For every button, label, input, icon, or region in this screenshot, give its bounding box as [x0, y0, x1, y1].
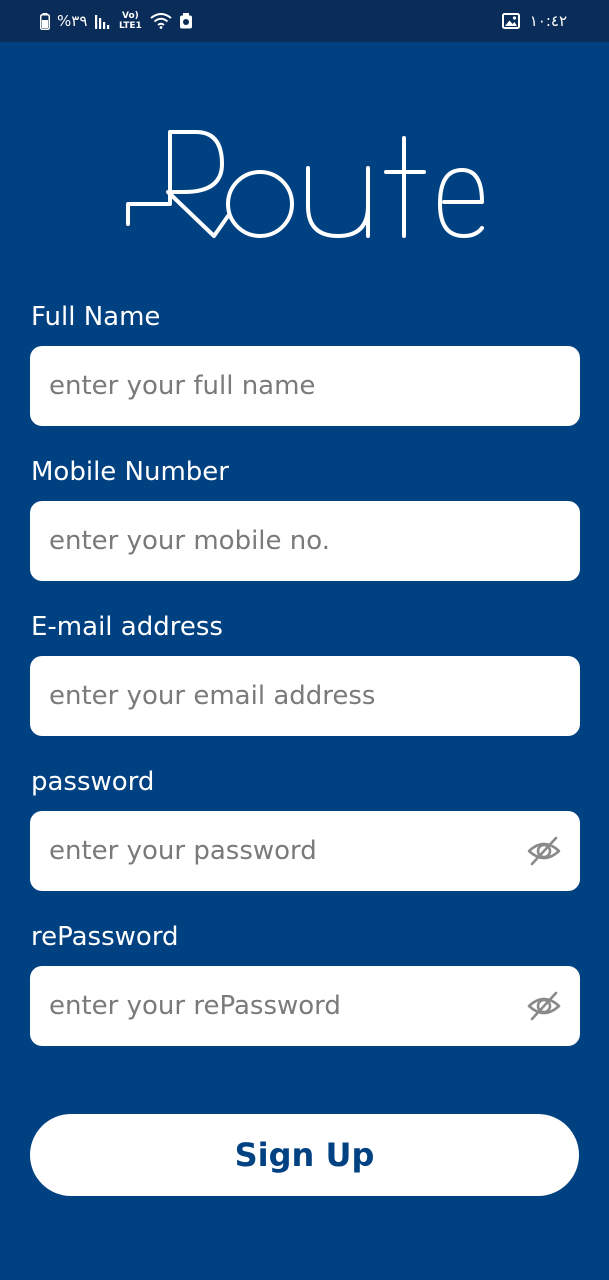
clock-time: ١٠:٤٢ [529, 12, 567, 30]
battery-icon [40, 12, 50, 30]
status-bar: %٣٩ Vo) LTE1 ١٠:٤٢ [0, 0, 609, 42]
password-input[interactable] [30, 811, 580, 891]
status-bar-right: ١٠:٤٢ [501, 9, 567, 33]
full-name-label: Full Name [31, 302, 161, 332]
full-name-input[interactable] [30, 346, 580, 426]
notification-icon [179, 13, 193, 29]
email-field [30, 656, 580, 736]
password-field [30, 811, 580, 891]
route-logo [124, 124, 488, 244]
repassword-field [30, 966, 580, 1046]
mobile-number-field [30, 501, 580, 581]
eye-off-icon [527, 836, 561, 866]
repassword-visibility-toggle[interactable] [526, 988, 562, 1024]
repassword-input[interactable] [30, 966, 580, 1046]
sign-up-button[interactable]: Sign Up [30, 1114, 579, 1196]
repassword-label: rePassword [31, 922, 179, 952]
battery-percentage: %٣٩ [57, 12, 88, 30]
email-input[interactable] [30, 656, 580, 736]
password-visibility-toggle[interactable] [526, 833, 562, 869]
mobile-number-label: Mobile Number [31, 457, 229, 487]
full-name-field [30, 346, 580, 426]
eye-off-icon [527, 991, 561, 1021]
status-bar-left: %٣٩ Vo) LTE1 [40, 9, 193, 33]
email-label: E-mail address [31, 612, 223, 642]
volte-icon: Vo) LTE1 [118, 11, 142, 31]
gallery-icon [501, 13, 520, 29]
password-label: password [31, 767, 155, 797]
signal-icon [94, 13, 110, 29]
wifi-icon [150, 13, 173, 29]
mobile-number-input[interactable] [30, 501, 580, 581]
